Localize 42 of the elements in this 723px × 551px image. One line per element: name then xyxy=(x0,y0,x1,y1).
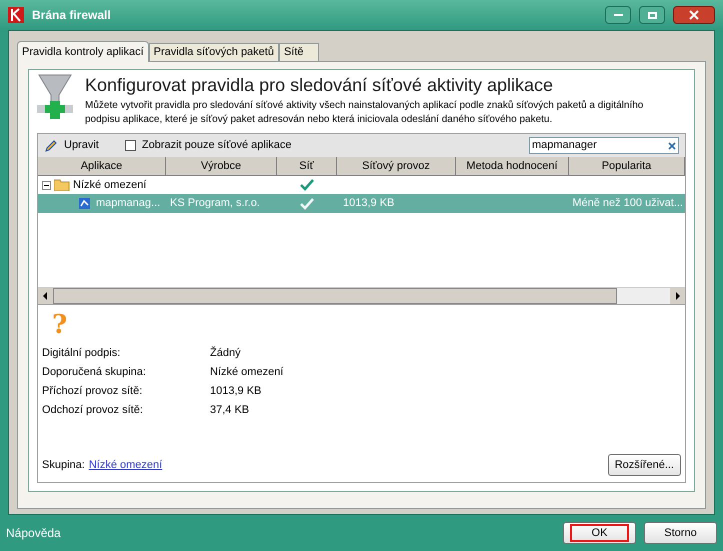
app-logo-icon xyxy=(8,7,24,23)
window-title: Brána firewall xyxy=(32,7,111,24)
scroll-thumb[interactable] xyxy=(53,288,617,304)
app-icon xyxy=(78,196,92,210)
question-mark-icon: ? xyxy=(52,311,68,339)
checkbox-label: Zobrazit pouze síťové aplikace xyxy=(142,138,292,154)
dialog-button[interactable]: OK xyxy=(563,522,636,544)
detail-value: Nízké omezení xyxy=(210,365,284,380)
folder-icon xyxy=(54,179,70,191)
scroll-right-icon[interactable] xyxy=(670,288,685,304)
close-button[interactable] xyxy=(673,6,715,24)
detail-value: 37,4 KB xyxy=(210,403,250,418)
minimize-button[interactable] xyxy=(605,6,631,24)
edit-button[interactable]: Upravit xyxy=(44,137,109,154)
pencil-icon xyxy=(44,138,58,152)
detail-label: Odchozí provoz sítě: xyxy=(42,403,144,418)
group-link[interactable]: Nízké omezení xyxy=(88,456,162,474)
checkbox[interactable] xyxy=(124,140,136,151)
maximize-button[interactable] xyxy=(639,6,665,24)
close-icon xyxy=(689,10,699,20)
clear-icon[interactable] xyxy=(668,142,676,150)
scroll-left-icon[interactable] xyxy=(38,288,53,304)
table-cell-text: mapmanag... xyxy=(96,196,160,212)
table-cell: 1013,9 KB xyxy=(343,197,394,210)
header-description: Můžete vytvořit pravidla pro sledování síťové aktivity všech nainstalovaných aplikací podle znaků síťových paketů a digitálního podpisu aplikace, které je síťový paket adresován nebo která iniciovala odeslání daného síťového paketu. xyxy=(85,99,644,127)
tab[interactable]: Pravidla síťových paketů xyxy=(148,43,279,61)
advanced-button[interactable]: Rozšířené... xyxy=(608,454,681,476)
group-label: Skupina: xyxy=(42,458,85,473)
dialog-button[interactable]: Storno xyxy=(644,522,717,544)
table-cell: KS Program, s.r.o. xyxy=(170,197,260,210)
tab[interactable]: Sítě xyxy=(278,43,319,61)
detail-label: Doporučená skupina: xyxy=(42,365,147,380)
detail-value: Žádný xyxy=(210,345,241,362)
detail-label: Příchozí provoz sítě: xyxy=(42,384,144,400)
detail-value: 1013,9 KB xyxy=(210,384,262,400)
detail-label: Digitální podpis: xyxy=(42,346,122,362)
header-title: Konfigurovat pravidla pro sledování síťové aktivity aplikace xyxy=(85,74,554,97)
tab[interactable]: Pravidla kontroly aplikací xyxy=(17,41,149,62)
collapse-toggle[interactable] xyxy=(42,180,51,190)
group-name: Nízké omezení xyxy=(73,178,146,193)
table-cell: Méně než 100 uživat... xyxy=(572,197,683,210)
horizontal-scrollbar[interactable] xyxy=(38,287,685,304)
